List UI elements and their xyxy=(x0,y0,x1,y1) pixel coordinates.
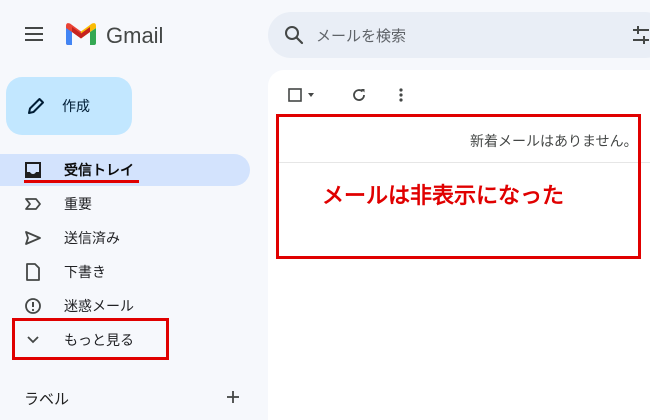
inbox-icon xyxy=(22,159,44,181)
sidebar-item-label: 受信トレイ xyxy=(64,163,134,179)
important-icon xyxy=(22,193,44,215)
search-icon[interactable] xyxy=(282,23,306,47)
spam-icon xyxy=(22,295,44,317)
hamburger-menu-icon xyxy=(24,26,44,46)
gmail-m-icon xyxy=(64,21,98,51)
compose-button[interactable]: 作成 xyxy=(6,77,132,135)
search-bar[interactable]: メールを検索 xyxy=(268,12,650,58)
add-label-button[interactable] xyxy=(223,388,243,408)
refresh-icon[interactable] xyxy=(344,81,374,109)
sidebar-item-drafts[interactable]: 下書き xyxy=(0,256,250,288)
sidebar-item-label: 送信済み xyxy=(64,231,120,247)
annotation-more-box xyxy=(12,318,169,360)
sidebar-item-label: 迷惑メール xyxy=(64,299,134,315)
plus-icon xyxy=(226,389,240,408)
more-vert-icon[interactable] xyxy=(386,81,416,109)
labels-section-title: ラベル xyxy=(24,390,70,408)
sidebar-item-label: 重要 xyxy=(64,197,92,213)
pencil-icon xyxy=(24,94,48,118)
draft-icon xyxy=(22,261,44,283)
annotation-note: メールは非表示になった xyxy=(322,184,565,209)
annotation-underline xyxy=(24,180,139,183)
main-menu-button[interactable] xyxy=(18,20,50,52)
gmail-logo[interactable]: Gmail xyxy=(64,20,163,52)
mail-toolbar xyxy=(284,80,416,110)
send-icon xyxy=(22,227,44,249)
search-input[interactable]: メールを検索 xyxy=(316,25,406,46)
compose-label: 作成 xyxy=(62,99,90,115)
sidebar-item-sent[interactable]: 送信済み xyxy=(0,222,250,254)
sidebar-item-important[interactable]: 重要 xyxy=(0,188,250,220)
select-all-checkbox[interactable] xyxy=(284,81,324,109)
sidebar-item-label: 下書き xyxy=(64,265,106,281)
search-options-icon[interactable] xyxy=(628,22,650,48)
app-name: Gmail xyxy=(106,23,164,48)
